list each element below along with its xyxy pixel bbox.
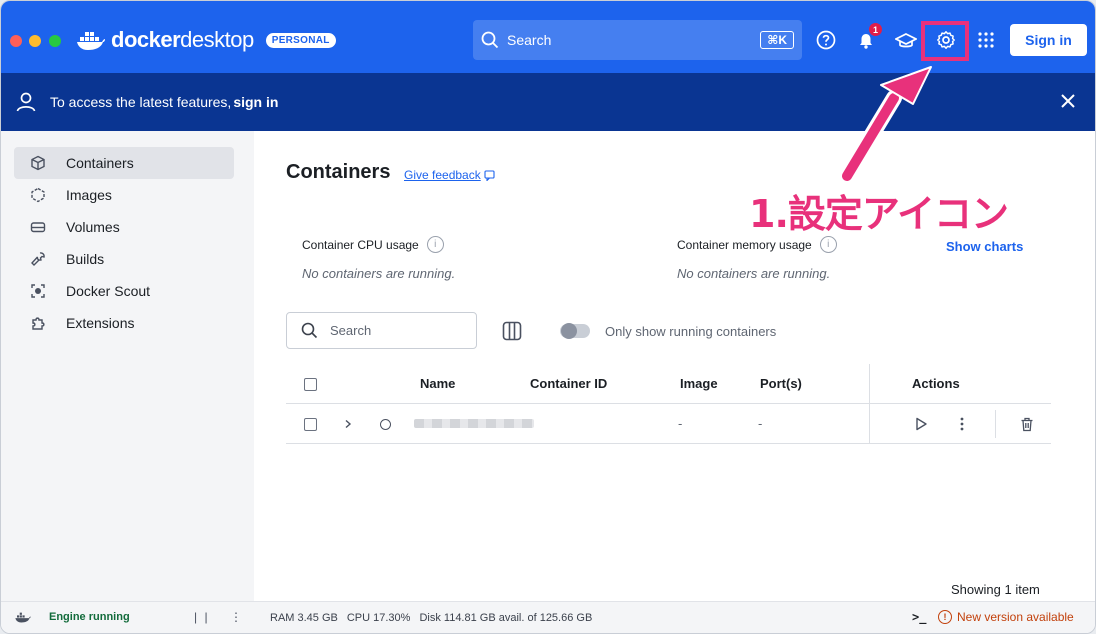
global-search[interactable]: Search ⌘K: [473, 20, 802, 60]
running-only-toggle[interactable]: [560, 323, 590, 339]
sidebar-item-label: Volumes: [66, 219, 120, 235]
feedback-icon: [484, 169, 495, 181]
sidebar-item-builds[interactable]: Builds: [14, 243, 234, 275]
cpu-usage-title: Container CPU usage: [302, 237, 419, 252]
column-header-actions: Actions: [912, 376, 960, 391]
memory-usage-label: Container memory usage i: [677, 236, 837, 253]
column-header-ports[interactable]: Port(s): [760, 376, 802, 391]
docker-desktop-window: dockerdesktop PERSONAL Search ⌘K 1 Sign …: [0, 0, 1096, 634]
give-feedback-label: Give feedback: [404, 168, 481, 182]
row-checkbox[interactable]: [304, 418, 317, 431]
settings-highlight-box: [921, 21, 969, 61]
close-icon[interactable]: [1059, 92, 1077, 110]
notification-count-badge: 1: [869, 23, 882, 36]
sidebar-item-label: Builds: [66, 251, 105, 267]
memory-usage-title: Container memory usage: [677, 237, 812, 252]
row-action-divider: [995, 410, 996, 438]
apps-grid-icon[interactable]: [975, 29, 997, 51]
cpu-usage-label: Container CPU usage i: [302, 236, 444, 253]
search-shortcut-badge: ⌘K: [760, 31, 794, 49]
column-header-image[interactable]: Image: [680, 376, 718, 391]
learning-center-icon[interactable]: [895, 29, 917, 51]
banner-sign-in-link[interactable]: sign in: [233, 94, 278, 110]
pause-icon[interactable]: | |: [194, 610, 210, 624]
page-title: Containers: [286, 161, 391, 183]
running-only-label: Only show running containers: [605, 324, 777, 339]
search-icon: [481, 31, 499, 49]
containers-icon: [29, 154, 47, 172]
disk-usage: Disk 114.81 GB avail. of 125.66 GB: [419, 612, 593, 624]
container-status-icon: [380, 419, 391, 430]
show-charts-button[interactable]: Show charts: [946, 239, 1023, 254]
info-icon[interactable]: i: [426, 236, 444, 253]
new-version-label: New version available: [957, 610, 1074, 624]
delete-icon[interactable]: [1019, 416, 1035, 432]
sidebar: Containers Images Volumes Builds Docker …: [1, 131, 254, 601]
extensions-icon: [29, 314, 47, 332]
banner-message: To access the latest features,: [50, 94, 232, 110]
volumes-icon: [29, 218, 47, 236]
info-icon[interactable]: i: [819, 236, 837, 253]
docker-whale-icon: [77, 32, 105, 50]
column-header-container-id[interactable]: Container ID: [530, 376, 607, 391]
sidebar-item-volumes[interactable]: Volumes: [14, 211, 234, 243]
plan-badge: PERSONAL: [265, 32, 336, 48]
more-options-icon[interactable]: ⋮: [230, 610, 242, 624]
sidebar-item-containers[interactable]: Containers: [14, 147, 234, 179]
container-search-input[interactable]: Search: [286, 312, 477, 349]
engine-status-label: Engine running: [49, 611, 130, 623]
showing-count: Showing 1 item: [951, 582, 1040, 597]
container-image: -: [678, 416, 683, 431]
search-icon: [301, 322, 318, 339]
sidebar-item-docker-scout[interactable]: Docker Scout: [14, 275, 234, 307]
sidebar-item-extensions[interactable]: Extensions: [14, 307, 234, 339]
more-options-icon[interactable]: [954, 416, 970, 432]
status-bar: Engine running | | ⋮ RAM 3.45 GB CPU 17.…: [1, 601, 1095, 633]
builds-icon: [29, 250, 47, 268]
container-name-redacted[interactable]: [414, 419, 534, 428]
search-placeholder: Search: [330, 323, 372, 338]
sign-in-banner: To access the latest features, sign in: [1, 73, 1095, 131]
column-header-name[interactable]: Name: [420, 376, 455, 391]
images-icon: [29, 186, 47, 204]
chevron-right-icon[interactable]: [340, 416, 356, 432]
table-header: Name Container ID Image Port(s) Actions: [286, 364, 1051, 404]
user-icon: [16, 92, 36, 112]
sidebar-item-label: Extensions: [66, 315, 135, 331]
minimize-window-button[interactable]: [29, 35, 41, 47]
docker-scout-icon: [29, 282, 47, 300]
brand-main: docker: [111, 27, 181, 52]
sidebar-item-images[interactable]: Images: [14, 179, 234, 211]
docker-logo: dockerdesktop PERSONAL: [77, 27, 336, 53]
engine-status[interactable]: Engine running: [15, 611, 130, 623]
sign-in-button[interactable]: Sign in: [1010, 24, 1087, 56]
brand-light: desktop: [180, 27, 254, 52]
cpu-usage-empty: No containers are running.: [302, 266, 456, 281]
cpu-usage: CPU 17.30%: [346, 612, 411, 624]
resource-stats: RAM 3.45 GB CPU 17.30% Disk 114.81 GB av…: [270, 612, 592, 624]
close-window-button[interactable]: [10, 35, 22, 47]
sidebar-item-label: Images: [66, 187, 112, 203]
ram-usage: RAM 3.45 GB: [270, 612, 338, 624]
new-version-notice[interactable]: ! New version available: [938, 610, 1074, 624]
start-icon[interactable]: [913, 416, 929, 432]
memory-usage-empty: No containers are running.: [677, 266, 831, 281]
docker-whale-icon: [15, 612, 31, 623]
title-bar: dockerdesktop PERSONAL Search ⌘K 1 Sign …: [1, 1, 1095, 73]
main-content: Containers Give feedback 1.設定アイコン Contai…: [254, 131, 1095, 601]
annotation-settings-icon-label: 1.設定アイコン: [749, 192, 1009, 236]
sidebar-item-label: Containers: [66, 155, 134, 171]
table-row[interactable]: - -: [286, 404, 1051, 444]
help-icon[interactable]: [815, 29, 837, 51]
container-ports: -: [758, 416, 763, 431]
give-feedback-link[interactable]: Give feedback: [404, 168, 495, 182]
terminal-icon[interactable]: >_: [912, 610, 926, 624]
warning-icon: !: [938, 610, 952, 624]
global-search-placeholder: Search: [507, 32, 552, 48]
select-all-checkbox[interactable]: [304, 378, 317, 391]
sidebar-item-label: Docker Scout: [66, 283, 151, 299]
maximize-window-button[interactable]: [49, 35, 61, 47]
columns-icon[interactable]: [502, 321, 522, 341]
